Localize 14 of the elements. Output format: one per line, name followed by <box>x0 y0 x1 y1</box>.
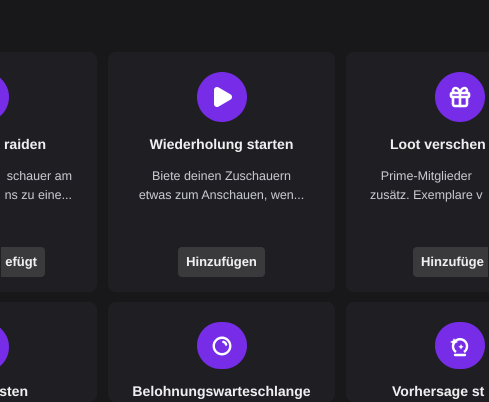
card-description: Prime-Mitglieder zusätz. Exemplare v <box>370 168 483 204</box>
add-button[interactable]: efügt <box>1 247 45 277</box>
card-title: sten <box>0 382 29 401</box>
card-title: Wiederholung starten <box>150 135 294 154</box>
card-title: Vorhersage st <box>392 382 484 401</box>
card-description: schauer am ns zu eine... <box>4 168 73 204</box>
card-title: Belohnungswarteschlange <box>132 382 311 401</box>
gift-icon <box>448 85 472 109</box>
circle-icon <box>210 334 232 356</box>
add-button[interactable]: Hinzufüge <box>413 247 488 277</box>
card-title: raiden <box>4 135 47 154</box>
card-title: Loot verschen <box>390 135 486 154</box>
add-button[interactable]: Hinzufügen <box>178 247 265 277</box>
card-description: Biete deinen Zuschauern etwas zum Anschauen, wen... <box>138 168 304 204</box>
